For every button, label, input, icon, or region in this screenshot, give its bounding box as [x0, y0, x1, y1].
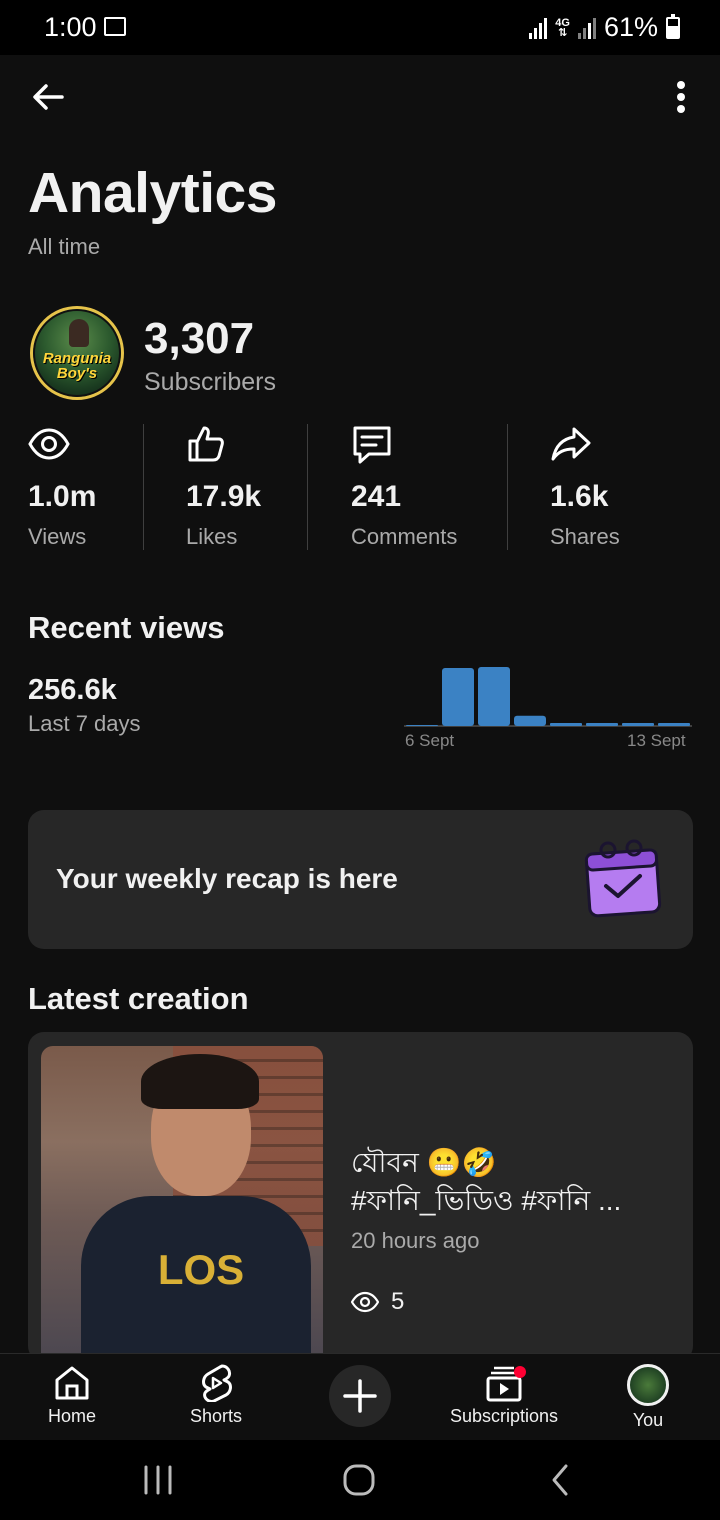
stat-divider — [307, 424, 308, 550]
recent-views-title: Recent views — [28, 610, 225, 645]
video-thumbnail[interactable]: LOS — [41, 1046, 323, 1362]
shorts-icon — [202, 1364, 232, 1402]
chevron-left-icon — [552, 1464, 568, 1496]
home-circle-icon — [343, 1464, 375, 1496]
bottom-navigation: Home Shorts Subscriptions You — [0, 1353, 720, 1440]
calendar-check-icon — [584, 839, 662, 918]
nav-shorts[interactable]: Shorts — [146, 1364, 286, 1434]
system-navigation-bar — [0, 1440, 720, 1520]
views-label: Views — [28, 524, 87, 549]
chart-bar-2[interactable] — [478, 667, 510, 726]
latest-video-card[interactable]: LOS যৌবন 😬🤣 #ফানি_ভিডিও #ফানি ... 20 hou… — [28, 1032, 693, 1362]
battery-icon — [666, 13, 680, 39]
time-range-label: All time — [28, 234, 101, 259]
chart-bar-7[interactable] — [658, 723, 690, 726]
recap-text: Your weekly recap is here — [56, 863, 398, 894]
latest-creation-title: Latest creation — [28, 981, 249, 1016]
eye-icon — [28, 428, 70, 460]
subscriber-count: 3,307 — [144, 314, 255, 363]
video-view-count: 5 — [391, 1288, 405, 1315]
views-value: 1.0m — [28, 480, 97, 513]
recent-views-period: Last 7 days — [28, 711, 141, 736]
stat-divider — [507, 424, 508, 550]
home-icon — [55, 1366, 89, 1400]
status-indicators: 4G ⇅ 61% — [529, 12, 680, 43]
chart-bar-5[interactable] — [586, 723, 618, 726]
stat-views[interactable]: 1.0m Views — [28, 424, 138, 550]
recent-views-chart[interactable] — [404, 660, 692, 728]
notification-dot — [514, 1366, 526, 1378]
stat-likes[interactable]: 17.9k Likes — [186, 424, 301, 550]
plus-icon — [343, 1379, 377, 1413]
chart-bar-4[interactable] — [550, 723, 582, 726]
status-bar: 1:00 4G ⇅ 61% — [0, 0, 720, 55]
video-views: 5 — [351, 1288, 404, 1316]
recent-views-value: 256.6k — [28, 674, 117, 706]
network-type-icon: 4G ⇅ — [555, 16, 570, 39]
stat-shares[interactable]: 1.6k Shares — [550, 424, 670, 550]
more-options-button[interactable] — [662, 76, 700, 120]
arrow-left-icon — [33, 84, 64, 110]
nav-you[interactable]: You — [578, 1364, 718, 1434]
battery-percent: 61% — [603, 12, 658, 42]
recent-apps-button[interactable] — [128, 1460, 188, 1500]
back-system-button[interactable] — [530, 1460, 590, 1500]
stat-comments[interactable]: 241 Comments — [351, 424, 501, 550]
page-title: Analytics — [28, 161, 277, 225]
x-tick-start: 6 Sept — [405, 731, 455, 750]
weekly-recap-card[interactable]: Your weekly recap is here — [28, 810, 693, 949]
likes-label: Likes — [186, 524, 238, 549]
video-time-ago: 20 hours ago — [351, 1228, 480, 1253]
stat-divider — [143, 424, 144, 550]
status-time: 1:00 — [44, 12, 97, 42]
home-system-button[interactable] — [329, 1460, 389, 1500]
comment-icon — [353, 426, 391, 464]
share-icon — [551, 427, 591, 461]
chart-bar-1[interactable] — [442, 667, 474, 726]
thumbnail-shirt-text: LOS — [157, 1246, 245, 1293]
you-avatar-icon — [627, 1364, 669, 1406]
chart-bar-6[interactable] — [622, 723, 654, 726]
gallery-notification-icon — [104, 17, 126, 36]
comments-label: Comments — [351, 524, 458, 549]
back-button[interactable] — [26, 76, 70, 120]
video-title[interactable]: যৌবন 😬🤣 #ফানি_ভিডিও #ফানি ... — [351, 1144, 671, 1220]
recent-apps-icon — [144, 1465, 172, 1495]
eye-icon — [351, 1291, 379, 1313]
nav-subscriptions[interactable]: Subscriptions — [434, 1364, 574, 1434]
create-button[interactable] — [329, 1365, 391, 1427]
nav-home[interactable]: Home — [2, 1364, 142, 1434]
signal-icon — [529, 17, 548, 39]
thumbs-up-icon — [188, 426, 224, 462]
channel-avatar[interactable]: Rangunia Boy's — [30, 306, 124, 400]
signal-icon-2 — [577, 17, 596, 39]
chart-bar-0[interactable] — [406, 725, 438, 726]
shares-label: Shares — [550, 524, 620, 549]
shares-value: 1.6k — [550, 480, 609, 513]
likes-value: 17.9k — [186, 480, 262, 513]
chart-bar-3[interactable] — [514, 715, 546, 726]
x-tick-end: 13 Sept — [627, 731, 686, 750]
more-vertical-icon — [677, 81, 685, 113]
comments-value: 241 — [351, 480, 402, 513]
subscriber-label: Subscribers — [144, 368, 276, 396]
